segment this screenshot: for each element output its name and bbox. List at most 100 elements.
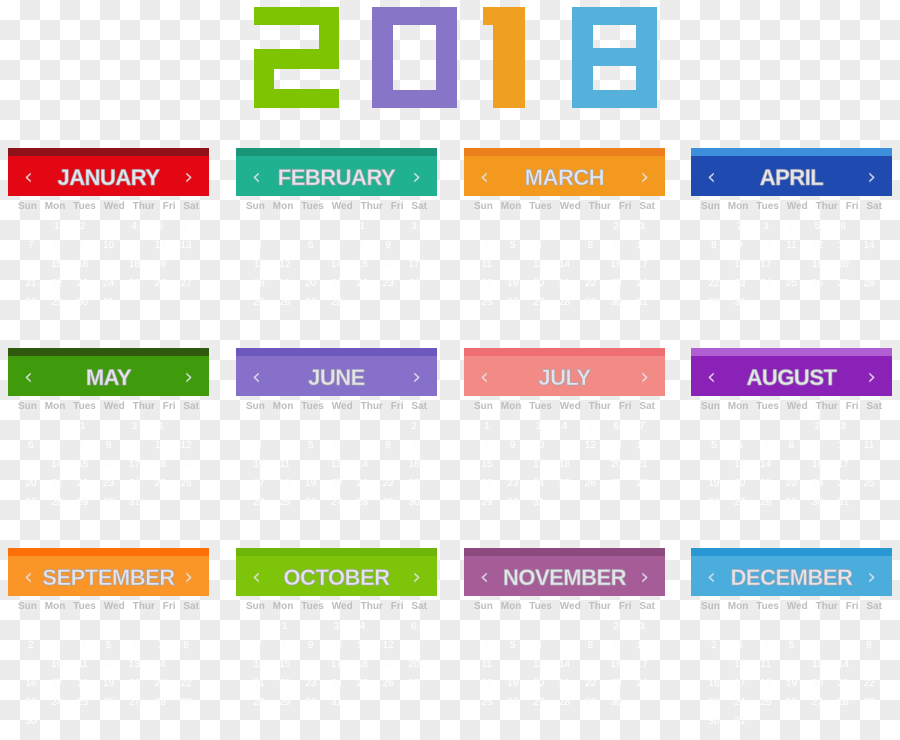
- date-cell[interactable]: 4: [121, 218, 147, 235]
- date-cell[interactable]: 7: [324, 237, 350, 254]
- date-cell[interactable]: 18: [147, 456, 173, 473]
- date-cell[interactable]: 20: [804, 675, 830, 692]
- date-cell[interactable]: 7: [18, 237, 44, 254]
- date-cell[interactable]: 13: [830, 237, 856, 254]
- date-cell[interactable]: 4: [70, 637, 96, 654]
- date-cell[interactable]: 9: [727, 237, 753, 254]
- date-cell[interactable]: 22: [70, 475, 96, 492]
- date-cell[interactable]: 18: [779, 256, 805, 273]
- date-cell[interactable]: 18: [753, 675, 779, 692]
- date-cell[interactable]: 2: [603, 218, 629, 235]
- chevron-right-icon[interactable]: ›: [640, 565, 649, 590]
- date-cell[interactable]: 30: [70, 294, 96, 311]
- date-cell[interactable]: 3: [246, 437, 272, 454]
- date-cell[interactable]: 4: [474, 637, 500, 654]
- date-cell[interactable]: 5: [804, 218, 830, 235]
- date-cell[interactable]: 22: [856, 675, 882, 692]
- date-cell[interactable]: 3: [401, 218, 427, 235]
- date-cell[interactable]: 7: [552, 237, 578, 254]
- date-cell[interactable]: 2: [804, 418, 830, 435]
- date-cell[interactable]: 12: [804, 237, 830, 254]
- date-cell[interactable]: 11: [474, 656, 500, 673]
- date-cell[interactable]: 14: [753, 456, 779, 473]
- date-cell[interactable]: 25: [552, 475, 578, 492]
- date-cell[interactable]: 26: [173, 475, 199, 492]
- date-cell[interactable]: 4: [147, 418, 173, 435]
- date-cell[interactable]: 20: [830, 256, 856, 273]
- date-cell[interactable]: 9: [18, 656, 44, 673]
- date-cell[interactable]: 13: [526, 256, 552, 273]
- date-cell[interactable]: 25: [753, 694, 779, 711]
- date-cell[interactable]: 19: [577, 456, 603, 473]
- date-cell[interactable]: 1: [375, 418, 401, 435]
- date-cell[interactable]: 26: [298, 494, 324, 511]
- date-cell[interactable]: 21: [147, 675, 173, 692]
- date-cell[interactable]: 10: [44, 656, 70, 673]
- date-cell[interactable]: 15: [349, 256, 375, 273]
- date-cell[interactable]: 26: [804, 275, 830, 292]
- date-cell[interactable]: 16: [804, 456, 830, 473]
- date-cell[interactable]: 16: [298, 656, 324, 673]
- date-cell[interactable]: 19: [96, 675, 122, 692]
- date-cell[interactable]: 24: [401, 275, 427, 292]
- date-cell[interactable]: 31: [526, 494, 552, 511]
- date-cell[interactable]: 13: [603, 437, 629, 454]
- chevron-right-icon[interactable]: ›: [867, 165, 876, 190]
- date-cell[interactable]: 20: [401, 656, 427, 673]
- date-cell[interactable]: 28: [18, 294, 44, 311]
- date-cell[interactable]: 29: [856, 694, 882, 711]
- date-cell[interactable]: 23: [701, 694, 727, 711]
- date-cell[interactable]: 22: [375, 475, 401, 492]
- date-cell[interactable]: 8: [272, 637, 298, 654]
- date-cell[interactable]: 1: [779, 418, 805, 435]
- date-cell[interactable]: 10: [96, 237, 122, 254]
- date-cell[interactable]: 25: [474, 694, 500, 711]
- date-cell[interactable]: 22: [173, 675, 199, 692]
- date-cell[interactable]: 27: [526, 294, 552, 311]
- date-cell[interactable]: 8: [44, 237, 70, 254]
- date-cell[interactable]: 28: [324, 294, 350, 311]
- date-cell[interactable]: 12: [272, 256, 298, 273]
- date-cell[interactable]: 21: [552, 275, 578, 292]
- date-cell[interactable]: 30: [96, 494, 122, 511]
- date-cell[interactable]: 23: [727, 275, 753, 292]
- date-cell[interactable]: 27: [401, 675, 427, 692]
- date-cell[interactable]: 16: [70, 256, 96, 273]
- date-cell[interactable]: 31: [324, 694, 350, 711]
- date-cell[interactable]: 20: [526, 675, 552, 692]
- date-cell[interactable]: 26: [147, 275, 173, 292]
- date-cell[interactable]: 13: [401, 637, 427, 654]
- date-cell[interactable]: 23: [401, 475, 427, 492]
- date-cell[interactable]: 10: [324, 637, 350, 654]
- date-cell[interactable]: 26: [500, 694, 526, 711]
- date-cell[interactable]: 30: [401, 494, 427, 511]
- date-cell[interactable]: 12: [147, 237, 173, 254]
- date-cell[interactable]: 5: [577, 418, 603, 435]
- date-cell[interactable]: 19: [500, 675, 526, 692]
- date-cell[interactable]: 3: [727, 637, 753, 654]
- date-cell[interactable]: 1: [349, 218, 375, 235]
- date-cell[interactable]: 31: [727, 713, 753, 730]
- date-cell[interactable]: 4: [753, 637, 779, 654]
- date-cell[interactable]: 5: [500, 237, 526, 254]
- date-cell[interactable]: 4: [474, 237, 500, 254]
- date-cell[interactable]: 17: [401, 256, 427, 273]
- date-cell[interactable]: 27: [298, 294, 324, 311]
- date-cell[interactable]: 23: [96, 475, 122, 492]
- date-cell[interactable]: 2: [96, 418, 122, 435]
- date-cell[interactable]: 13: [324, 456, 350, 473]
- date-cell[interactable]: 19: [375, 656, 401, 673]
- date-cell[interactable]: 2: [18, 637, 44, 654]
- date-cell[interactable]: 27: [173, 275, 199, 292]
- date-cell[interactable]: 17: [121, 456, 147, 473]
- date-cell[interactable]: 7: [856, 218, 882, 235]
- chevron-right-icon[interactable]: ›: [412, 165, 421, 190]
- date-cell[interactable]: 15: [375, 456, 401, 473]
- date-cell[interactable]: 3: [629, 618, 655, 635]
- date-cell[interactable]: 9: [701, 656, 727, 673]
- chevron-right-icon[interactable]: ›: [412, 565, 421, 590]
- date-cell[interactable]: 16: [603, 656, 629, 673]
- date-cell[interactable]: 15: [577, 256, 603, 273]
- date-cell[interactable]: 2: [701, 637, 727, 654]
- date-cell[interactable]: 9: [70, 237, 96, 254]
